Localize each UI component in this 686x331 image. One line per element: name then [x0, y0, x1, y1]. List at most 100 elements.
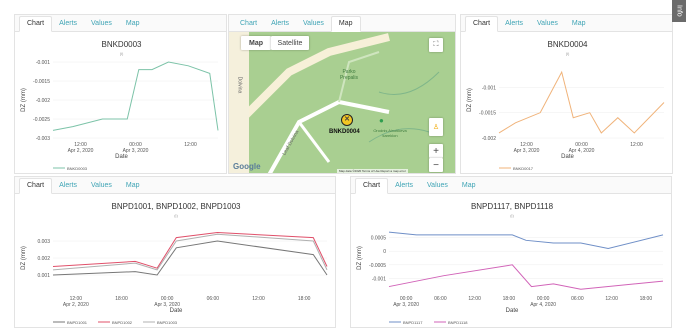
x-tick-label: 18:00 [640, 296, 653, 302]
y-tick-label: -0.0005 [369, 263, 386, 269]
legend-label: BNPD1003 [157, 320, 178, 325]
chart-panel-bnpd1117: Chart Alerts Values Map BNPD1117, BNPD11… [350, 176, 672, 328]
y-tick-label: -0.002 [36, 98, 50, 104]
y-tick-label: -0.003 [36, 136, 50, 142]
tab-map[interactable]: Map [330, 16, 361, 32]
tab-alerts[interactable]: Alerts [52, 179, 84, 193]
x-tick-label: Apr 3, 2020 [514, 148, 540, 154]
legend-label: BNPD1002 [112, 320, 133, 325]
x-tick-label: 18:00 [115, 296, 128, 302]
y-axis-label: DZ (mm) [21, 246, 27, 270]
panel-tabs: Chart Alerts Values Map [229, 15, 455, 32]
tab-chart[interactable]: Chart [233, 17, 264, 31]
tab-values[interactable]: Values [84, 17, 119, 31]
road-label: Dolvina [236, 76, 243, 94]
google-logo: Google [233, 162, 261, 171]
line-chart: BNPD1117, BNPD1118 (i) 0.0005 0 -0.0005 -0.00… [357, 202, 664, 325]
x-tick-label: Apr 3, 2020 [393, 302, 419, 308]
chart-subtitle: (i) [174, 213, 178, 218]
poi-label: Orodnis Ainotikeva kareklon [373, 128, 407, 138]
chart-title: BNKD0003 [101, 40, 142, 49]
chart-subtitle: (i) [510, 213, 514, 218]
x-tick-label: 18:00 [503, 296, 516, 302]
legend-label: BNKD0003 [67, 166, 88, 171]
zoom-out-button[interactable]: − [429, 158, 443, 172]
pegman-icon[interactable]: ♙ [429, 118, 443, 136]
map-type-satellite-button[interactable]: Satellite [271, 36, 309, 50]
y-tick-label: -0.001 [482, 85, 496, 91]
zoom-in-button[interactable]: + [429, 144, 443, 158]
line-chart: BNKD0003 (i) -0.001 -0.0015 -0.002 -0.0025 -0.… [21, 40, 219, 171]
y-axis-label: DZ (mm) [357, 246, 363, 270]
map-attribution: Map data ©2020 Terms of Use Report a map… [337, 169, 408, 173]
chart-panel-bnkd0003: Chart Alerts Values Map BNKD0003 (i) -0.00… [14, 14, 227, 174]
tab-alerts[interactable]: Alerts [264, 17, 296, 31]
line-chart: BNPD1001, BNPD1002, BNPD1003 (i) 0.003 0.00… [21, 202, 328, 325]
y-tick-label: 0 [383, 249, 386, 255]
panel-tabs: Chart Alerts Values Map [351, 177, 671, 194]
chart-subtitle: (i) [566, 51, 570, 56]
chart-title: BNKD0004 [547, 40, 588, 49]
x-axis-label: Date [170, 308, 183, 314]
y-tick-label: 0.003 [37, 239, 50, 245]
y-tick-label: -0.0015 [479, 111, 496, 117]
y-axis-label: DZ (mm) [467, 88, 473, 112]
y-tick-label: 0.001 [37, 273, 50, 279]
x-tick-label: 06:00 [571, 296, 584, 302]
tab-map[interactable]: Map [119, 179, 147, 193]
tab-chart[interactable]: Chart [465, 16, 499, 32]
tab-chart[interactable]: Chart [355, 178, 389, 194]
series-line [52, 233, 328, 271]
tab-values[interactable]: Values [296, 17, 331, 31]
panel-tabs: Chart Alerts Values Map [15, 177, 335, 194]
tab-values[interactable]: Values [420, 179, 455, 193]
y-tick-label: -0.001 [36, 60, 50, 66]
map-canvas[interactable]: Map Satellite ⛶ Parko Prepalis ✕ BNKD000… [229, 32, 455, 173]
y-tick-label: 0.0005 [371, 236, 387, 242]
series-line [388, 231, 664, 249]
map-roads [229, 32, 455, 173]
chart-title: BNPD1117, BNPD1118 [471, 202, 554, 211]
y-tick-label: 0.002 [37, 256, 50, 262]
y-tick-label: -0.002 [482, 136, 496, 142]
x-tick-label: 12:00 [184, 142, 197, 148]
series-line [498, 70, 665, 134]
y-tick-label: -0.0025 [33, 117, 50, 123]
tab-chart[interactable]: Chart [19, 178, 53, 194]
x-tick-label: 12:00 [468, 296, 481, 302]
fullscreen-icon[interactable]: ⛶ [429, 38, 443, 52]
panel-tabs: Chart Alerts Values Map [15, 15, 226, 32]
tab-alerts[interactable]: Alerts [498, 17, 530, 31]
tab-alerts[interactable]: Alerts [388, 179, 420, 193]
tab-chart[interactable]: Chart [19, 16, 53, 32]
x-tick-label: 12:00 [252, 296, 265, 302]
y-tick-label: -0.001 [372, 276, 386, 282]
x-axis-label: Date [506, 308, 519, 314]
x-tick-label: 18:00 [298, 296, 311, 302]
map-panel: Chart Alerts Values Map Map Satellite ⛶ … [228, 14, 456, 174]
x-axis-label: Date [561, 154, 574, 160]
map-type-map-button[interactable]: Map [241, 36, 271, 50]
tab-alerts[interactable]: Alerts [52, 17, 84, 31]
tab-map[interactable]: Map [565, 17, 593, 31]
x-axis-label: Date [115, 154, 128, 160]
legend-label: BNPD1001 [67, 320, 88, 325]
legend-label: BNKD0017 [513, 166, 534, 171]
marker-label: BNKD0004 [329, 129, 360, 135]
tab-values[interactable]: Values [84, 179, 119, 193]
park-label: Parko Prepalis [339, 69, 359, 81]
tab-map[interactable]: Map [119, 17, 147, 31]
sensor-marker-icon[interactable]: ✕ [341, 114, 353, 126]
chart-panel-bnpd1001: Chart Alerts Values Map BNPD1001, BNPD10… [14, 176, 336, 328]
tab-values[interactable]: Values [530, 17, 565, 31]
x-tick-label: Apr 2, 2020 [63, 302, 89, 308]
poi-pin-icon: ● [379, 116, 384, 125]
side-info-badge[interactable]: Info [672, 0, 686, 22]
series-line [388, 264, 664, 290]
x-tick-label: 06:00 [207, 296, 220, 302]
legend-label: BNPD1117 [403, 320, 423, 325]
tab-map[interactable]: Map [455, 179, 483, 193]
y-tick-label: -0.0015 [33, 79, 50, 85]
y-axis-label: DZ (mm) [21, 88, 27, 112]
chart-title: BNPD1001, BNPD1002, BNPD1003 [112, 202, 242, 211]
